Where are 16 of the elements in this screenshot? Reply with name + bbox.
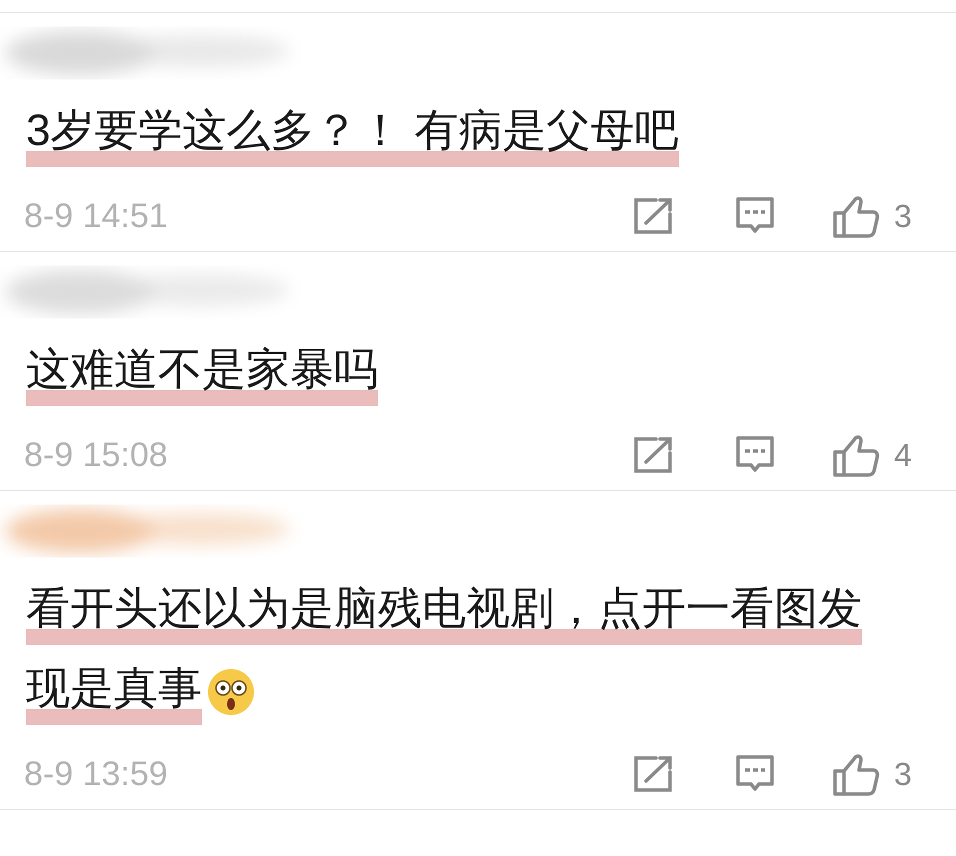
like-count: 3	[894, 755, 912, 794]
like-count: 4	[894, 436, 912, 475]
thumbs-up-icon[interactable]	[832, 752, 880, 796]
like-count: 3	[894, 197, 912, 236]
share-icon[interactable]	[632, 436, 674, 474]
share-icon[interactable]	[632, 755, 674, 793]
comment-icon[interactable]	[734, 196, 776, 236]
comment-icon[interactable]	[734, 754, 776, 794]
comment-time: 8-9 13:59	[24, 754, 169, 794]
comment-time: 8-9 14:51	[24, 196, 169, 236]
thumbs-up-icon[interactable]	[832, 194, 880, 238]
comment-icon[interactable]	[734, 435, 776, 475]
comment-time: 8-9 15:08	[24, 434, 169, 476]
share-icon[interactable]	[632, 197, 674, 235]
shocked-emoji-icon	[206, 667, 256, 717]
thumbs-up-icon[interactable]	[832, 433, 880, 477]
